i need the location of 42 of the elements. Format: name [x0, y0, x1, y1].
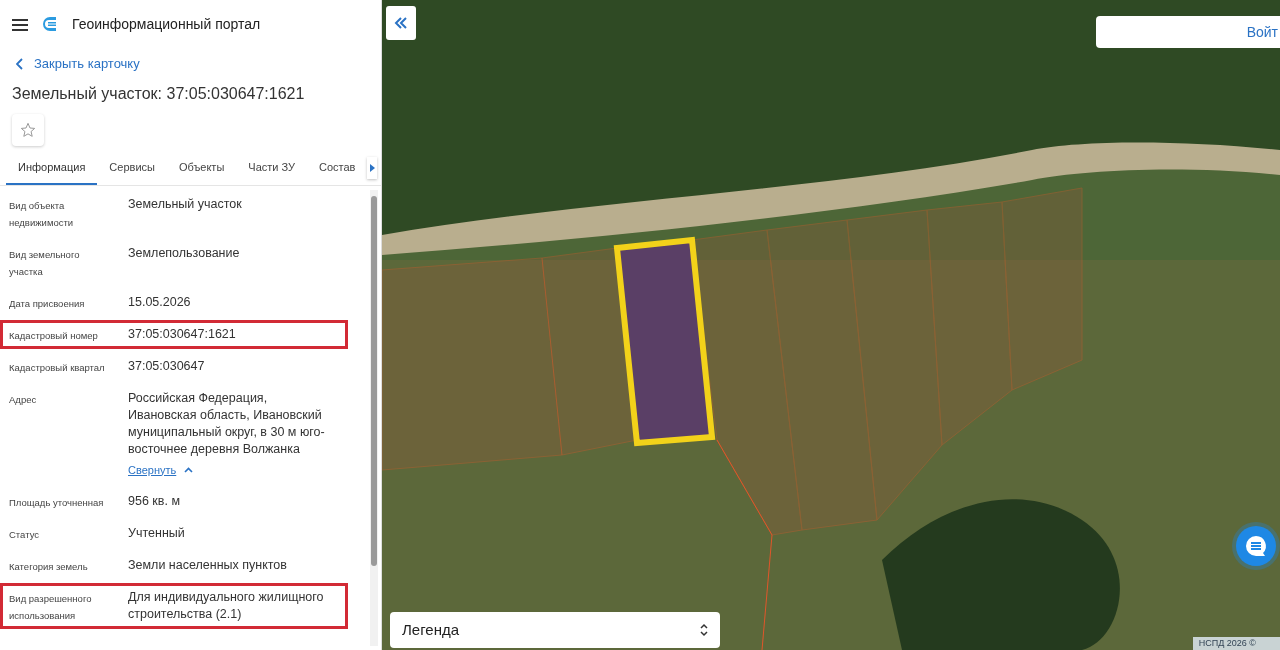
field-label: Адрес — [9, 392, 38, 407]
collapse-panel-button[interactable] — [386, 6, 416, 40]
up-down-chevron-icon — [700, 623, 708, 637]
field-value: 956 кв. м — [128, 492, 181, 510]
chevron-up-icon — [184, 467, 194, 473]
tab[interactable]: Информация — [6, 151, 98, 185]
tab[interactable]: Объекты — [166, 151, 237, 185]
field-label: Вид земельного участка — [9, 247, 81, 279]
field-label: Кадастровый квартал — [9, 360, 106, 375]
chat-icon — [1244, 534, 1268, 558]
field-value: 37:05:030647 — [128, 357, 206, 375]
field-label: Статус — [9, 527, 41, 542]
chevron-left-icon — [16, 57, 24, 70]
login-button[interactable]: Войт — [1096, 16, 1280, 48]
scroll-tabs-button[interactable] — [367, 157, 377, 179]
field-value: Землепользование — [128, 244, 241, 262]
field-label: Дата присвоения — [9, 296, 86, 311]
field-value: 15.05.2026 — [128, 293, 192, 311]
caret-right-icon — [369, 164, 375, 172]
logo-icon — [42, 16, 58, 32]
tab[interactable]: Сервисы — [97, 151, 167, 185]
portal-title: Геоинформационный портал — [72, 14, 261, 34]
field-value: Учтенный — [128, 524, 186, 542]
field-value: 37:05:030647:1621 — [128, 325, 237, 343]
field-label: Площадь уточненная — [9, 495, 105, 510]
field-value: Для индивидуального жилищного строительства (2.1) — [128, 588, 325, 623]
card-title: Земельный участок: 37:05:030647:1621 — [11, 83, 306, 104]
legend-dropdown[interactable]: Легенда — [390, 612, 720, 648]
field-label: Категория земель — [9, 559, 89, 574]
star-icon — [20, 121, 36, 138]
field-value: Российская Федерация, Ивановская область, Ивановский муниципальный округ, в 30 м юго-восточнее деревня Волжанка — [128, 389, 326, 458]
close-card-link[interactable]: Закрыть карточку — [0, 48, 381, 80]
scrollbar[interactable] — [370, 189, 378, 646]
collapse-link[interactable]: Свернуть — [128, 461, 177, 479]
field-label: Вид разрешенного использования — [9, 591, 93, 623]
field-value: Земли населенных пунктов — [128, 556, 288, 574]
tab[interactable]: Части ЗУ — [236, 151, 307, 185]
field-value: Земельный участок — [128, 195, 243, 213]
double-chevron-icon — [394, 17, 408, 29]
tab[interactable]: Состав — [307, 151, 368, 185]
field-label: Кадастровый номер — [9, 328, 99, 343]
field-label: Вид объекта недвижимости — [9, 198, 75, 230]
